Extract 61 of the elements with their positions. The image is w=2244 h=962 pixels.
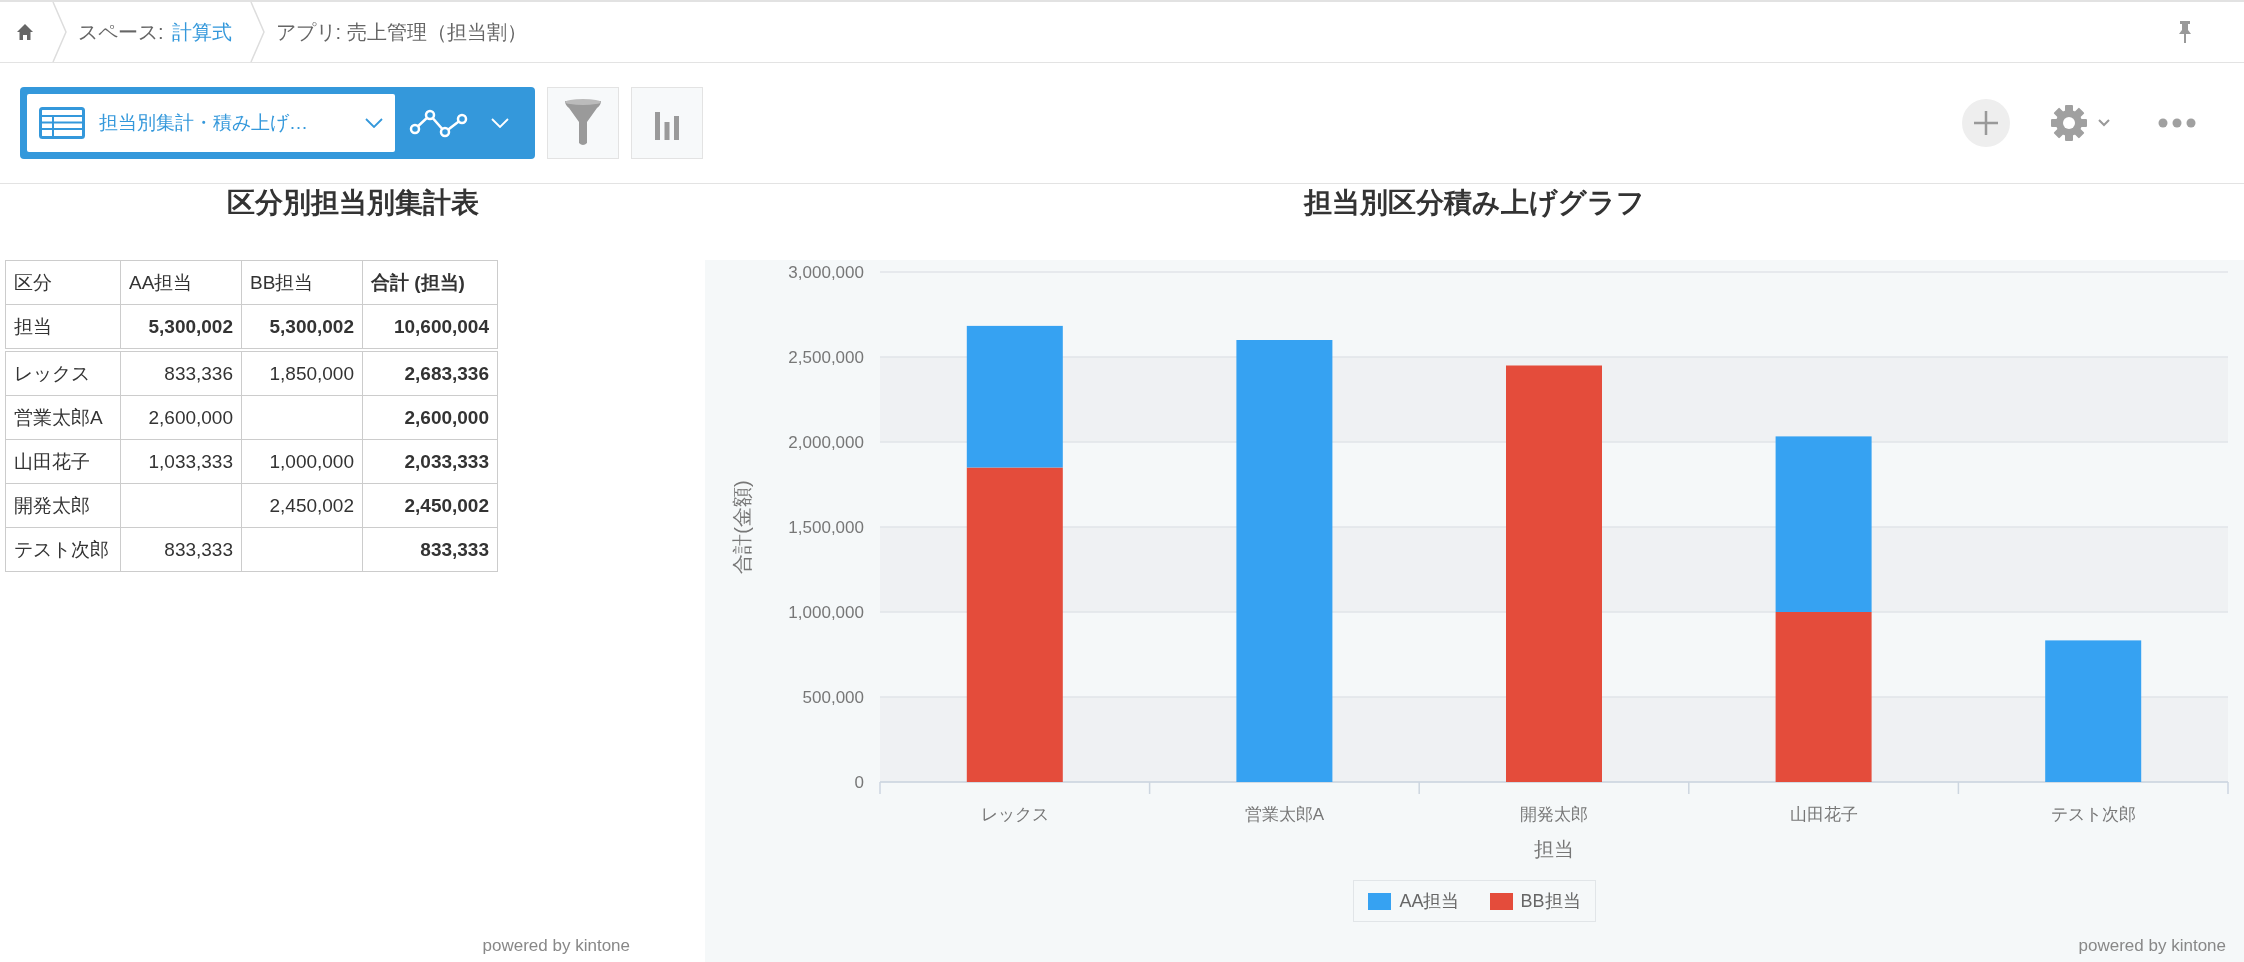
table-cell: 担当 bbox=[5, 304, 121, 350]
powered-by-text: powered by kintone bbox=[481, 936, 630, 957]
column-header: 区分 bbox=[5, 260, 121, 305]
column-header: AA担当 bbox=[120, 260, 242, 305]
column-header: BB担当 bbox=[241, 260, 363, 305]
y-tick-label: 2,500,000 bbox=[788, 348, 864, 367]
settings-button[interactable] bbox=[2050, 104, 2110, 142]
breadcrumb-text: スペース: bbox=[78, 19, 164, 45]
filter-button[interactable] bbox=[547, 87, 619, 159]
table-cell: 833,333 bbox=[362, 527, 498, 572]
table-cell: レックス bbox=[5, 350, 121, 396]
y-tick-label: 0 bbox=[854, 773, 864, 792]
view-select[interactable]: 担当別集計・積み上げ… bbox=[27, 94, 395, 152]
chevron-down-icon bbox=[365, 118, 383, 128]
table-icon bbox=[39, 107, 85, 139]
line-chart-icon bbox=[409, 107, 469, 139]
x-tick-label: 山田花子 bbox=[1789, 805, 1858, 824]
x-axis-label: 担当 bbox=[1534, 838, 1574, 860]
table-cell: 営業太郎A bbox=[5, 395, 121, 440]
table-cell: 1,850,000 bbox=[241, 350, 363, 396]
powered-by-text: powered by kintone bbox=[2078, 936, 2227, 957]
table-cell: 山田花子 bbox=[5, 439, 121, 484]
column-header: 合計 (担当) bbox=[362, 260, 498, 305]
y-tick-label: 3,000,000 bbox=[788, 263, 864, 282]
y-tick-label: 500,000 bbox=[802, 688, 864, 707]
pin-icon[interactable] bbox=[2178, 20, 2192, 44]
table-cell: 2,600,000 bbox=[362, 395, 498, 440]
table-cell: 1,033,333 bbox=[120, 439, 242, 484]
x-tick-label: テスト次郎 bbox=[2050, 805, 2136, 824]
breadcrumb-link[interactable]: 計算式 bbox=[171, 18, 232, 46]
x-tick-label: レックス bbox=[980, 805, 1049, 824]
funnel-icon bbox=[564, 99, 602, 147]
table-cell: 1,000,000 bbox=[241, 439, 363, 484]
x-tick-label: 営業太郎A bbox=[1244, 805, 1325, 824]
table-cell: 2,450,002 bbox=[241, 483, 363, 528]
table-cell: テスト次郎 bbox=[5, 527, 121, 572]
caret-icon bbox=[2098, 119, 2110, 127]
y-tick-label: 1,500,000 bbox=[788, 518, 864, 537]
table-cell: 2,683,336 bbox=[362, 350, 498, 396]
add-button[interactable] bbox=[1962, 99, 2010, 147]
chevron-down-icon bbox=[491, 118, 509, 128]
y-axis-label: 合計(金額) bbox=[731, 480, 753, 574]
legend-label: BB担当 bbox=[1520, 890, 1581, 913]
home-icon bbox=[16, 23, 34, 41]
plus-icon bbox=[1973, 110, 1999, 136]
table-cell: 833,336 bbox=[120, 350, 242, 396]
graph-button[interactable] bbox=[631, 87, 703, 159]
table-cell: 開発太郎 bbox=[5, 483, 121, 528]
x-tick-label: 開発太郎 bbox=[1520, 805, 1588, 824]
table-cell: 2,600,000 bbox=[120, 395, 242, 440]
breadcrumb-text: アプリ: 売上管理（担当割） bbox=[275, 19, 527, 45]
table-title: 区分別担当別集計表 bbox=[225, 186, 480, 220]
y-tick-label: 2,000,000 bbox=[788, 433, 864, 452]
gear-icon bbox=[2050, 104, 2088, 142]
table-cell: 2,450,002 bbox=[362, 483, 498, 528]
y-tick-label: 1,000,000 bbox=[788, 603, 864, 622]
table-cell: 833,333 bbox=[120, 527, 242, 572]
table-cell: 2,033,333 bbox=[362, 439, 498, 484]
chart-title: 担当別区分積み上げグラフ bbox=[1302, 186, 1646, 220]
legend-label: AA担当 bbox=[1399, 890, 1460, 913]
more-icon bbox=[2158, 118, 2196, 128]
